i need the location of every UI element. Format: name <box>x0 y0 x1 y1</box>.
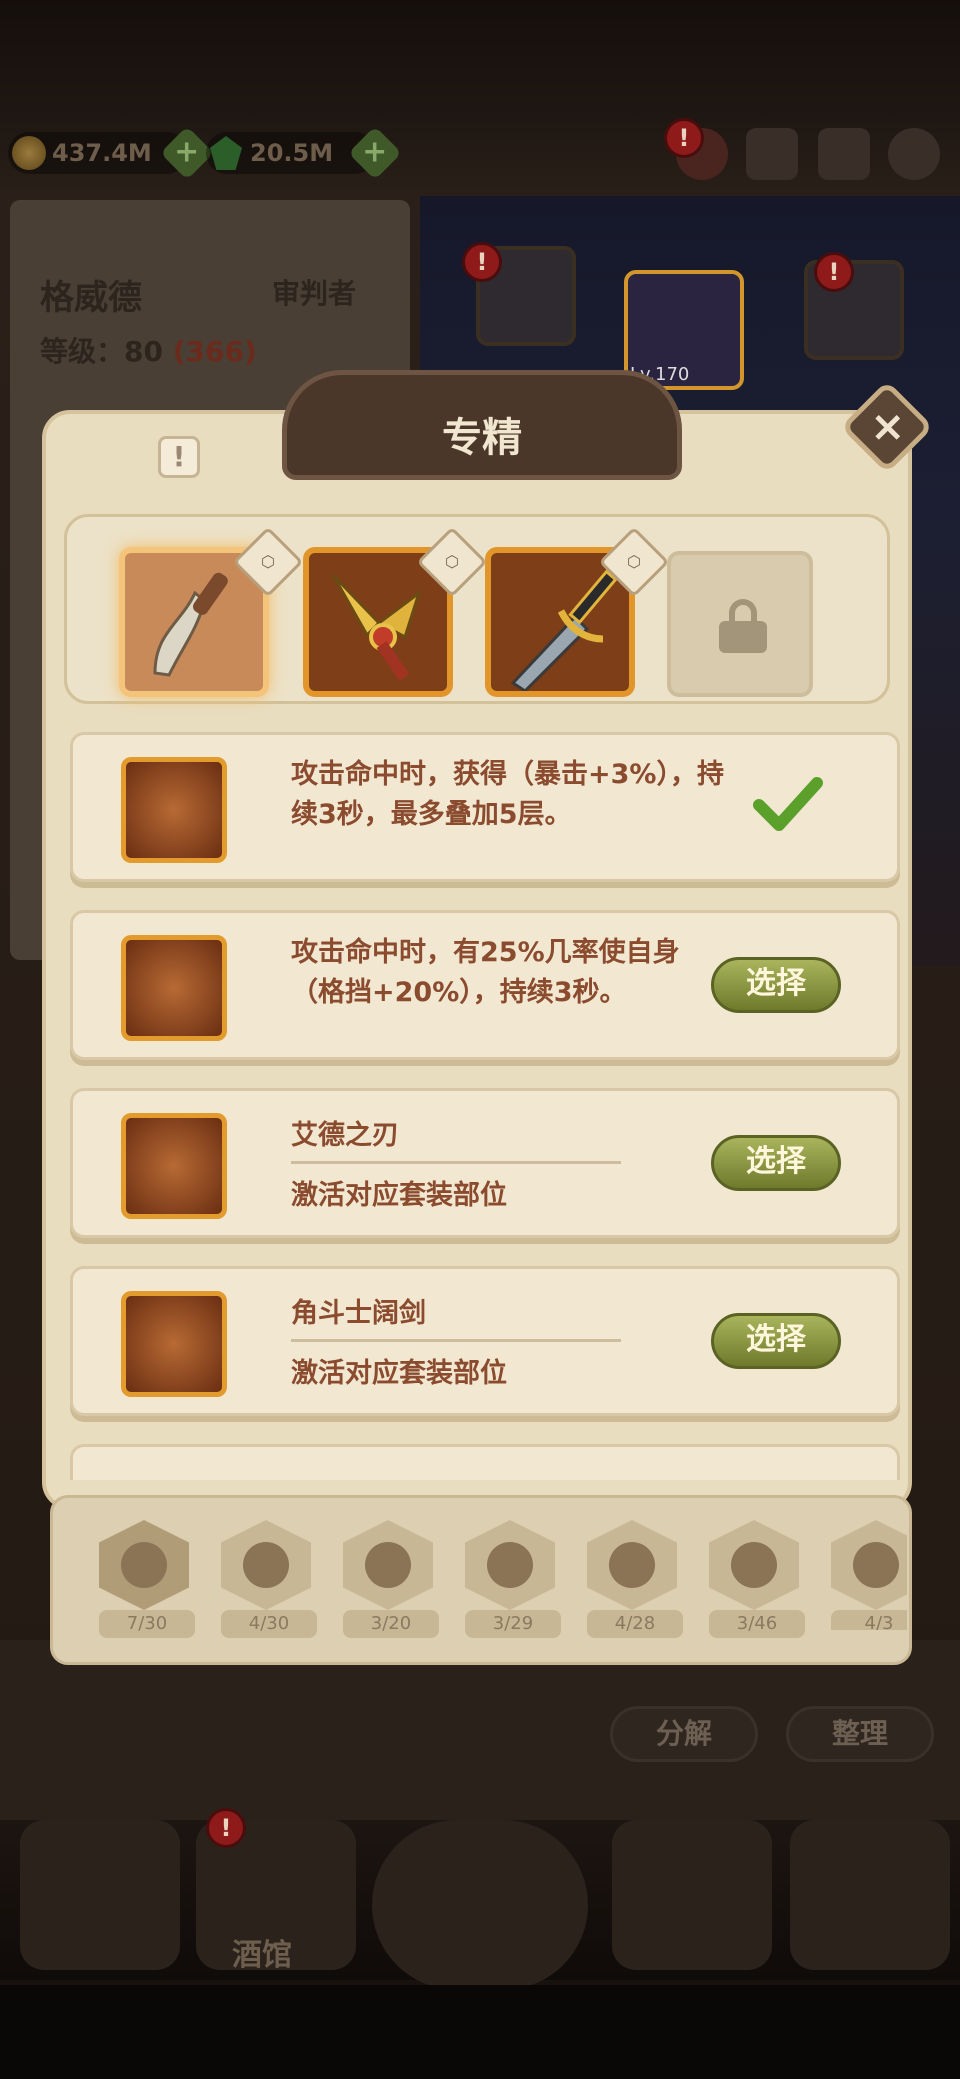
mail-icon[interactable] <box>818 128 870 180</box>
level-bonus: (366) <box>172 335 257 368</box>
category-tab-shield[interactable]: 3/29 <box>465 1520 561 1638</box>
modal-title: 专精 <box>442 415 522 461</box>
character-class: 审判者 <box>272 277 357 310</box>
mastery-option-list[interactable]: 攻击命中时，获得（暴击+3%），持续3秒，最多叠加5层。 攻击命中时，有25%几… <box>70 732 900 1480</box>
dagger-icon <box>365 1542 411 1588</box>
option-description: 攻击命中时，获得（暴击+3%），持续3秒，最多叠加5层。 <box>291 759 724 830</box>
divider <box>291 1161 621 1164</box>
character-level: 等级：80 (366) <box>40 330 257 370</box>
gem-icon <box>210 136 242 170</box>
select-button[interactable]: 选择 <box>711 957 841 1013</box>
option-description: 攻击命中时，有25%几率使自身（格挡+20%），持续3秒。 <box>291 937 680 1008</box>
nav-house[interactable] <box>20 1820 180 1970</box>
gold-coin-icon <box>12 136 46 170</box>
gem-amount: 20.5M <box>250 139 334 167</box>
bottom-bar <box>0 1985 960 2079</box>
category-count: 4/28 <box>587 1610 683 1638</box>
gear-icon[interactable] <box>888 128 940 180</box>
nav-forge[interactable] <box>790 1820 950 1970</box>
shield-icon <box>487 1542 533 1588</box>
info-button[interactable]: ! <box>158 436 200 478</box>
option-subtitle: 激活对应套装部位 <box>291 1180 507 1211</box>
mastery-modal: 专精 × ! ⬡ ⬡ ⬡ 攻击命中时，获得（暴击+3%），持续3秒，最多叠加5层… <box>42 370 934 1670</box>
mastery-option-edge-blade[interactable]: 艾德之刃 激活对应套装部位 选择 <box>70 1088 900 1238</box>
drumstick-icon <box>243 1542 289 1588</box>
gold-counter[interactable]: 437.4M + <box>8 126 214 180</box>
category-tab-book[interactable]: 4/28 <box>587 1520 683 1638</box>
golden-trident-icon <box>331 573 422 681</box>
bag-alert-badge: ! <box>664 118 704 158</box>
mastery-option-gladiator[interactable]: 角斗士阔剑 激活对应套装部位 选择 <box>70 1266 900 1416</box>
nav-tavern-label: 酒馆 <box>232 1938 292 1973</box>
mastery-slot-locked <box>667 551 813 697</box>
lock-icon <box>719 599 767 653</box>
character-name: 格威德 <box>40 278 142 318</box>
tavern-alert-badge: ! <box>206 1808 246 1848</box>
mastery-slot-row: ⬡ ⬡ ⬡ <box>64 514 890 704</box>
beast-head-icon <box>731 1542 777 1588</box>
divider <box>291 1339 621 1342</box>
book-alert-badge: ! <box>814 252 854 292</box>
sabre-icon <box>121 935 227 1041</box>
close-icon: × <box>870 401 906 451</box>
decompose-button[interactable]: 分解 <box>610 1706 758 1762</box>
category-count: 3/46 <box>709 1610 805 1638</box>
select-button[interactable]: 选择 <box>711 1135 841 1191</box>
gauntlet-icon <box>121 1542 167 1588</box>
category-bar: 7/30 4/30 3/20 3/29 4/28 3/46 4/3 <box>50 1495 912 1665</box>
category-tab-drumstick[interactable]: 4/30 <box>221 1520 317 1638</box>
option-title: 艾德之刃 <box>291 1120 399 1151</box>
check-icon <box>753 777 823 831</box>
option-title: 角斗士阔剑 <box>291 1298 426 1329</box>
chat-icon[interactable] <box>746 128 798 180</box>
category-count: 3/20 <box>343 1610 439 1638</box>
broadsword-icon <box>121 1291 227 1397</box>
golden-sword-icon <box>510 569 618 693</box>
nav-adventure[interactable] <box>372 1820 588 1990</box>
gold-amount: 437.4M <box>52 139 152 167</box>
level-label: 等级：80 <box>40 335 163 368</box>
category-tab-beast[interactable]: 3/46 <box>709 1520 805 1638</box>
golden-sword-icon <box>121 757 227 863</box>
category-count: 3/29 <box>465 1610 561 1638</box>
mastery-slot-3[interactable]: ⬡ <box>485 526 670 697</box>
category-tab-magnifier[interactable]: 4/3 <box>831 1520 907 1630</box>
magnifier-icon <box>853 1542 899 1588</box>
curved-dagger-icon <box>153 572 228 677</box>
nav-treasure[interactable] <box>612 1820 772 1970</box>
category-tab-dagger[interactable]: 3/20 <box>343 1520 439 1638</box>
category-tab-gauntlet[interactable]: 7/30 <box>99 1520 195 1638</box>
mastery-option-partial[interactable] <box>70 1444 900 1480</box>
mastery-slot-1[interactable]: ⬡ <box>119 526 304 697</box>
emblem-alert-badge: ! <box>462 242 502 282</box>
curved-blade-icon <box>121 1113 227 1219</box>
gem-counter[interactable]: 20.5M + <box>206 126 402 180</box>
book-icon <box>609 1542 655 1588</box>
select-button[interactable]: 选择 <box>711 1313 841 1369</box>
mastery-option-crit[interactable]: 攻击命中时，获得（暴击+3%），持续3秒，最多叠加5层。 <box>70 732 900 882</box>
mastery-option-block[interactable]: 攻击命中时，有25%几率使自身（格挡+20%），持续3秒。 选择 <box>70 910 900 1060</box>
organize-button[interactable]: 整理 <box>786 1706 934 1762</box>
modal-header: 专精 <box>282 370 682 480</box>
option-subtitle: 激活对应套装部位 <box>291 1358 507 1389</box>
category-count: 4/3 <box>831 1610 907 1630</box>
mastery-slot-2[interactable]: ⬡ <box>303 526 488 697</box>
category-count: 7/30 <box>99 1610 195 1638</box>
category-count: 4/30 <box>221 1610 317 1638</box>
